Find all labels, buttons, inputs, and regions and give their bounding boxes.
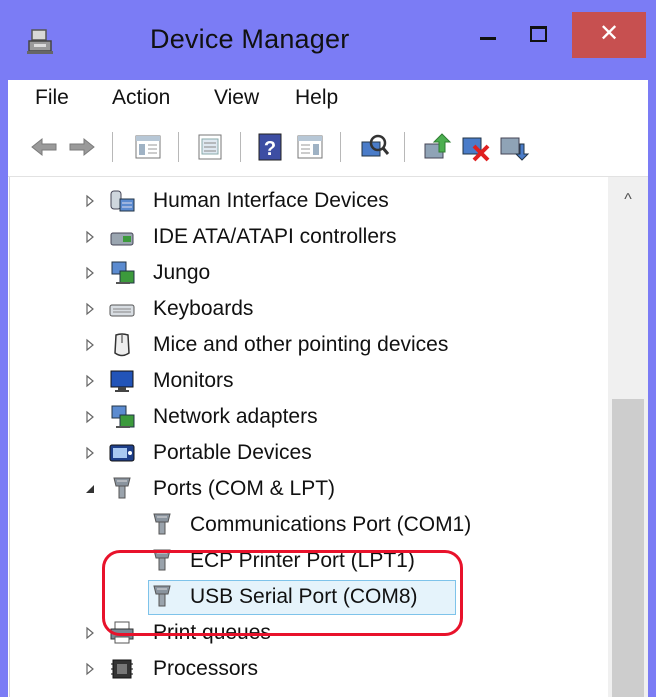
forward-arrow-icon[interactable]	[66, 130, 98, 164]
tree-item-label: Mice and other pointing devices	[153, 333, 449, 356]
device-manager-app-icon	[27, 29, 53, 54]
menu-help[interactable]: Help	[295, 86, 338, 110]
minimize-button[interactable]	[462, 14, 512, 58]
toolbar-separator	[340, 132, 341, 162]
ide-controller-icon	[110, 232, 134, 246]
expand-arrow-icon[interactable]	[84, 374, 96, 388]
tree-item-label: Communications Port (COM1)	[190, 513, 472, 536]
close-icon: ✕	[598, 20, 620, 47]
back-arrow-icon[interactable]	[28, 130, 60, 164]
uninstall-device-icon[interactable]	[498, 130, 530, 164]
expand-arrow-icon[interactable]	[84, 626, 96, 640]
tree-item-label: Processors	[153, 657, 259, 680]
expand-arrow-icon[interactable]	[84, 338, 96, 352]
expand-arrow-icon[interactable]	[84, 446, 96, 460]
tree-item[interactable]: Monitors	[10, 363, 610, 399]
menu-view[interactable]: View	[214, 86, 259, 110]
tree-item[interactable]: Portable Devices	[10, 435, 610, 471]
collapse-arrow-icon[interactable]	[84, 482, 96, 496]
menu-bar: File Action View Help	[8, 80, 648, 120]
processor-icon	[111, 659, 133, 679]
tree-item[interactable]: Processors	[10, 651, 610, 687]
toolbar-separator	[404, 132, 405, 162]
toolbar-separator	[112, 132, 113, 162]
network-device-icon	[111, 261, 135, 284]
maximize-button[interactable]	[512, 14, 562, 58]
vertical-scrollbar[interactable]: ^	[608, 177, 648, 697]
scroll-thumb[interactable]	[612, 399, 644, 697]
tree-item[interactable]: IDE ATA/ATAPI controllers	[10, 219, 610, 255]
tree-item-label: Human Interface Devices	[153, 189, 389, 212]
svg-text:?: ?	[264, 138, 276, 160]
highlight-annotation	[102, 550, 463, 636]
menu-action[interactable]: Action	[112, 86, 170, 110]
monitor-icon	[110, 370, 134, 392]
expand-arrow-icon[interactable]	[84, 302, 96, 316]
tree-item-label: Keyboards	[153, 297, 254, 320]
expand-arrow-icon[interactable]	[84, 230, 96, 244]
expand-arrow-icon[interactable]	[84, 194, 96, 208]
show-hide-console-tree-icon[interactable]	[132, 130, 164, 164]
help-icon[interactable]: ?	[254, 130, 286, 164]
mouse-icon	[114, 333, 130, 357]
menu-file[interactable]: File	[35, 86, 69, 110]
portable-device-icon	[109, 444, 135, 462]
scan-hardware-icon[interactable]	[358, 130, 390, 164]
tree-item[interactable]: Communications Port (COM1)	[10, 507, 610, 543]
tree-item[interactable]: Network adapters	[10, 399, 610, 435]
expand-arrow-icon[interactable]	[84, 410, 96, 424]
title-bar[interactable]: Device Manager ✕	[0, 0, 656, 80]
toolbar: ?	[8, 120, 648, 177]
tree-item-label: Portable Devices	[153, 441, 312, 464]
properties-icon[interactable]	[194, 130, 226, 164]
tree-item[interactable]: Human Interface Devices	[10, 183, 610, 219]
port-icon	[153, 513, 171, 535]
keyboard-icon	[109, 304, 135, 317]
tree-item-label: Monitors	[153, 369, 234, 392]
tree-item-label: Network adapters	[153, 405, 318, 428]
tree-item-label: IDE ATA/ATAPI controllers	[153, 225, 397, 248]
port-icon	[113, 477, 131, 499]
window-title: Device Manager	[150, 24, 350, 54]
expand-arrow-icon[interactable]	[84, 266, 96, 280]
device-manager-window: Device Manager ✕ File Action View Help ?…	[0, 0, 656, 697]
tree-item[interactable]: Keyboards	[10, 291, 610, 327]
network-adapter-icon	[111, 405, 135, 428]
toolbar-separator	[178, 132, 179, 162]
tree-item-label: Ports (COM & LPT)	[153, 477, 336, 500]
hid-icon	[110, 190, 135, 212]
close-button[interactable]: ✕	[572, 12, 646, 58]
tree-item-label: Jungo	[153, 261, 211, 284]
expand-arrow-icon[interactable]	[84, 662, 96, 676]
update-driver-icon[interactable]	[422, 130, 454, 164]
tree-item[interactable]: Jungo	[10, 255, 610, 291]
tree-item[interactable]: Ports (COM & LPT)	[10, 471, 610, 507]
toolbar-separator	[240, 132, 241, 162]
tree-item[interactable]: Mice and other pointing devices	[10, 327, 610, 363]
action-pane-icon[interactable]	[294, 130, 326, 164]
disable-device-icon[interactable]	[460, 130, 492, 164]
scroll-up-arrow-icon[interactable]: ^	[616, 191, 640, 211]
